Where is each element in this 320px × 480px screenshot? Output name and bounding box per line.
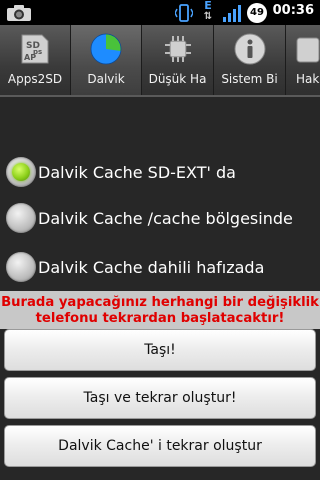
move-button[interactable]: Taşı! — [4, 329, 316, 371]
partial-icon — [296, 37, 320, 63]
info-icon — [234, 33, 265, 65]
chip-icon — [164, 36, 191, 62]
signal-icon — [223, 5, 241, 22]
recreate-dalvik-cache-button[interactable]: Dalvik Cache' i tekrar oluştur — [4, 425, 316, 467]
option-label: Dalvik Cache /cache bölgesinde — [38, 209, 293, 228]
battery-icon: 49 — [247, 3, 267, 23]
option-cache-partition[interactable]: Dalvik Cache /cache bölgesinde — [0, 195, 320, 242]
tab-apps2sd[interactable]: SD ps AP Apps2SD — [0, 25, 71, 95]
tab-sistem-bi[interactable]: Sistem Bi — [214, 25, 286, 95]
tab-partial[interactable]: Hak — [286, 25, 320, 95]
move-recreate-button[interactable]: Taşı ve tekrar oluştur! — [4, 377, 316, 419]
warning-line-1: Burada yapacağınız herhangi bir değişikl… — [1, 295, 319, 310]
apps2sd-icon: SD ps AP — [21, 34, 49, 64]
tab-label: Hak — [296, 72, 320, 86]
tab-bar: SD ps AP Apps2SD Dalvik Düşük Ha Sistem … — [0, 25, 320, 97]
edge-data-icon: E ⇅ — [203, 0, 213, 22]
status-bar: E ⇅ 49 00:36 — [0, 0, 320, 25]
radio-button-selected[interactable] — [6, 157, 36, 187]
radio-button[interactable] — [6, 252, 36, 282]
tab-dusuk-ha[interactable]: Düşük Ha — [142, 25, 214, 95]
option-internal-memory[interactable]: Dalvik Cache dahili hafızada — [0, 244, 320, 291]
warning-line-2: telefonu tekrardan başlatacaktır! — [35, 311, 285, 326]
tab-label: Düşük Ha — [148, 72, 207, 86]
option-sd-ext[interactable]: Dalvik Cache SD-EXT' da — [0, 149, 320, 196]
tab-label: Apps2SD — [7, 72, 63, 86]
pie-chart-icon — [90, 33, 122, 65]
option-label: Dalvik Cache dahili hafızada — [38, 258, 265, 277]
tab-label: Sistem Bi — [221, 72, 278, 86]
camera-icon — [7, 5, 31, 21]
radio-button[interactable] — [6, 203, 36, 233]
tab-dalvik[interactable]: Dalvik — [71, 25, 142, 95]
svg-text:AP: AP — [24, 53, 36, 62]
option-label: Dalvik Cache SD-EXT' da — [38, 163, 236, 182]
tab-label: Dalvik — [87, 72, 125, 86]
vibrate-icon — [175, 4, 193, 22]
clock: 00:36 — [272, 3, 314, 18]
battery-level: 49 — [250, 7, 264, 18]
warning-banner: Burada yapacağınız herhangi bir değişikl… — [0, 291, 320, 329]
